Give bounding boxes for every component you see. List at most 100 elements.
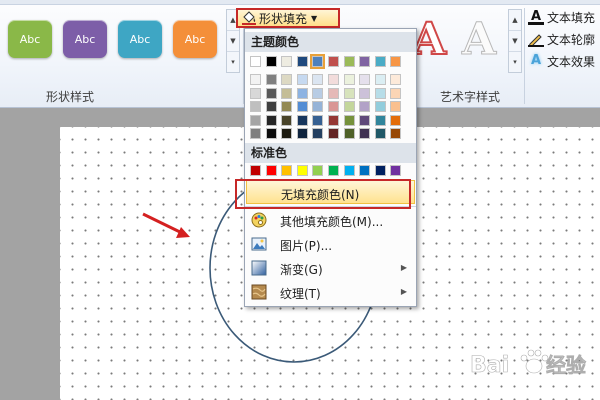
theme-shade-swatch[interactable] bbox=[359, 87, 371, 99]
submenu-arrow-icon: ▶ bbox=[400, 287, 407, 296]
theme-color-swatch[interactable] bbox=[343, 56, 355, 67]
theme-color-swatch[interactable] bbox=[359, 56, 371, 67]
text-fill-icon: A bbox=[528, 9, 544, 25]
theme-shade-swatch[interactable] bbox=[374, 114, 386, 126]
theme-shade-swatch[interactable] bbox=[374, 87, 386, 99]
highlight-box bbox=[235, 179, 411, 209]
shape-fill-button[interactable]: 形状填充 ▼ bbox=[236, 8, 340, 28]
standard-color-swatch[interactable] bbox=[359, 165, 371, 176]
theme-shade-swatch[interactable] bbox=[328, 114, 339, 126]
gallery-down-icon[interactable]: ▼ bbox=[227, 31, 239, 52]
theme-shade-swatch[interactable] bbox=[281, 114, 293, 126]
theme-shade-swatch[interactable] bbox=[265, 87, 277, 99]
wordart-gallery-scroll[interactable]: ▲ ▼ ▾ bbox=[508, 9, 522, 73]
theme-shade-swatch[interactable] bbox=[343, 74, 355, 85]
theme-shade-swatch[interactable] bbox=[312, 74, 324, 85]
theme-color-swatch[interactable] bbox=[374, 56, 386, 67]
wordart-sample-red[interactable]: A bbox=[411, 13, 447, 66]
theme-shade-swatch[interactable] bbox=[296, 74, 308, 85]
theme-shade-swatch[interactable] bbox=[390, 87, 402, 99]
text-effects-icon: A bbox=[530, 53, 542, 68]
theme-color-swatch[interactable] bbox=[265, 56, 277, 67]
theme-shade-swatch[interactable] bbox=[265, 128, 277, 139]
picture-fill-item[interactable]: 图片(P)... bbox=[246, 232, 415, 256]
theme-shade-swatch[interactable] bbox=[328, 128, 339, 139]
theme-shade-swatch[interactable] bbox=[296, 101, 308, 112]
theme-shade-swatch[interactable] bbox=[328, 74, 339, 85]
theme-shade-swatch[interactable] bbox=[328, 101, 339, 112]
gradient-fill-label: 渐变(G) bbox=[280, 263, 323, 277]
theme-color-swatch[interactable] bbox=[281, 56, 293, 67]
theme-shade-swatch[interactable] bbox=[312, 87, 324, 99]
chevron-down-icon: ▼ bbox=[311, 13, 318, 23]
theme-color-swatch[interactable] bbox=[310, 54, 326, 69]
standard-color-swatch[interactable] bbox=[265, 165, 277, 176]
theme-shade-swatch[interactable] bbox=[250, 114, 261, 126]
theme-shade-swatch[interactable] bbox=[374, 74, 386, 85]
standard-color-swatch[interactable] bbox=[374, 165, 386, 176]
theme-shade-swatch[interactable] bbox=[250, 87, 261, 99]
text-effects-button[interactable]: A 文本效果 bbox=[528, 52, 595, 70]
theme-shade-swatch[interactable] bbox=[312, 101, 324, 112]
theme-shade-swatch[interactable] bbox=[343, 87, 355, 99]
more-fill-colors-item[interactable]: 其他填充颜色(M)... bbox=[246, 208, 415, 232]
theme-shade-swatch[interactable] bbox=[374, 128, 386, 139]
theme-shade-swatch[interactable] bbox=[312, 114, 324, 126]
theme-shade-swatch[interactable] bbox=[343, 114, 355, 126]
wordart-up-icon[interactable]: ▲ bbox=[509, 10, 521, 31]
standard-color-swatch[interactable] bbox=[281, 165, 293, 176]
theme-shade-swatch[interactable] bbox=[250, 74, 261, 85]
gradient-fill-item[interactable]: 渐变(G) ▶ bbox=[246, 256, 415, 280]
theme-color-swatch[interactable] bbox=[328, 56, 339, 67]
standard-color-swatch[interactable] bbox=[312, 165, 324, 176]
theme-shade-swatch[interactable] bbox=[328, 87, 339, 99]
theme-shade-swatch[interactable] bbox=[390, 128, 402, 139]
theme-shade-swatch[interactable] bbox=[390, 74, 402, 85]
standard-color-swatch[interactable] bbox=[250, 165, 261, 176]
theme-shade-swatch[interactable] bbox=[343, 101, 355, 112]
standard-color-swatch[interactable] bbox=[343, 165, 355, 176]
theme-shade-swatch[interactable] bbox=[265, 74, 277, 85]
shape-style-thumb-purple[interactable]: Abc bbox=[63, 20, 107, 58]
shape-style-thumb-orange[interactable]: Abc bbox=[173, 20, 217, 58]
wordart-sample-white[interactable]: A bbox=[461, 14, 496, 66]
theme-color-swatch[interactable] bbox=[390, 56, 402, 67]
text-outline-button[interactable]: 文本轮廓 bbox=[528, 30, 595, 48]
theme-shade-swatch[interactable] bbox=[343, 128, 355, 139]
theme-color-swatch[interactable] bbox=[296, 56, 308, 67]
paint-bucket-icon bbox=[241, 11, 257, 25]
theme-shade-swatch[interactable] bbox=[281, 87, 293, 99]
theme-shade-swatch[interactable] bbox=[374, 101, 386, 112]
theme-shade-swatch[interactable] bbox=[250, 128, 261, 139]
svg-text:Bai: Bai bbox=[470, 353, 509, 378]
theme-shade-swatch[interactable] bbox=[296, 114, 308, 126]
wordart-down-icon[interactable]: ▼ bbox=[509, 31, 521, 52]
gallery-more-icon[interactable]: ▾ bbox=[227, 52, 239, 73]
theme-shade-swatch[interactable] bbox=[296, 87, 308, 99]
theme-shade-swatch[interactable] bbox=[359, 101, 371, 112]
text-fill-label: 文本填充 bbox=[547, 10, 596, 25]
text-fill-button[interactable]: A 文本填充 bbox=[528, 8, 595, 26]
theme-shade-swatch[interactable] bbox=[296, 128, 308, 139]
theme-color-swatch[interactable] bbox=[250, 56, 261, 67]
theme-shade-swatch[interactable] bbox=[265, 114, 277, 126]
theme-shade-swatch[interactable] bbox=[390, 101, 402, 112]
shape-style-thumb-blue[interactable]: Abc bbox=[118, 20, 162, 58]
standard-color-swatch[interactable] bbox=[296, 165, 308, 176]
texture-fill-item[interactable]: 纹理(T) ▶ bbox=[246, 280, 415, 304]
theme-shade-swatch[interactable] bbox=[281, 128, 293, 139]
standard-color-swatch[interactable] bbox=[328, 165, 339, 176]
group-divider bbox=[524, 8, 525, 104]
shape-style-thumb-green[interactable]: Abc bbox=[8, 20, 52, 58]
standard-color-swatch[interactable] bbox=[390, 165, 402, 176]
theme-shade-swatch[interactable] bbox=[250, 101, 261, 112]
theme-shade-swatch[interactable] bbox=[359, 128, 371, 139]
theme-shade-swatch[interactable] bbox=[281, 101, 293, 112]
theme-shade-swatch[interactable] bbox=[281, 74, 293, 85]
theme-shade-swatch[interactable] bbox=[359, 74, 371, 85]
theme-shade-swatch[interactable] bbox=[390, 114, 402, 126]
wordart-more-icon[interactable]: ▾ bbox=[509, 52, 521, 73]
theme-shade-swatch[interactable] bbox=[265, 101, 277, 112]
theme-shade-swatch[interactable] bbox=[359, 114, 371, 126]
theme-shade-swatch[interactable] bbox=[312, 128, 324, 139]
